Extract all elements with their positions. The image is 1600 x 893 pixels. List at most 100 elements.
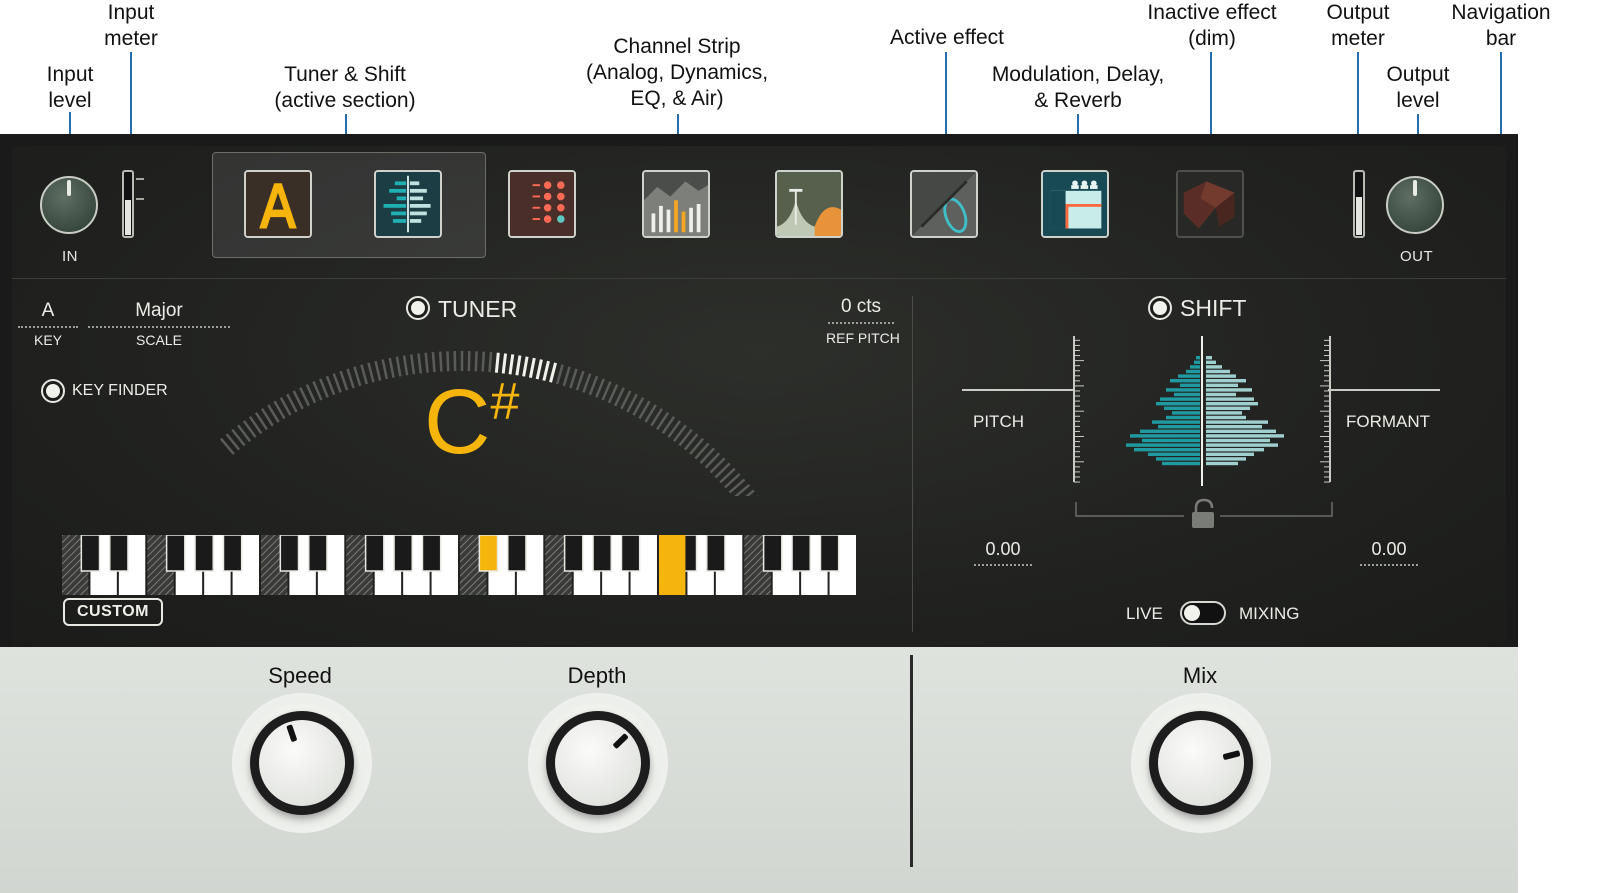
tuner-arc-tick [367,362,375,383]
piano-black-key[interactable] [364,535,385,572]
piano-black-key[interactable] [819,535,840,572]
tuner-arc-tick-active [549,362,557,383]
piano-black-key[interactable] [308,535,328,572]
tuner-arc-tick [395,356,402,377]
piano-black-key[interactable] [393,535,413,572]
tuner-arc-tick [325,375,336,396]
tuner-a-icon [246,172,310,236]
callout-input-level: Input level [46,63,94,112]
speed-knob[interactable] [250,711,354,815]
pitch-histogram-bar [1186,369,1200,374]
pitch-histogram-bar [1194,360,1200,364]
air-waveform-icon [912,172,976,236]
piano-black-key[interactable] [563,535,584,572]
detected-note: C# [424,372,519,472]
piano-black-key[interactable] [620,535,641,572]
piano-black-key[interactable] [507,535,527,572]
callout-input-meter: Input meter [104,1,158,50]
tuner-arc-tick [607,384,619,404]
callout-tuner-shift: Tuner & Shift (active section) [274,63,416,112]
piano-black-key[interactable] [194,535,214,572]
eq-tile[interactable] [775,170,843,238]
piano-keys[interactable] [62,535,858,595]
mix-label: Mix [1182,663,1218,688]
tuner-arc-tick [319,378,329,398]
formant-histogram-bar [1206,438,1270,443]
callout-inactive-effect: Inactive effect (dim) [1147,1,1277,50]
shift-power-button[interactable] [1148,296,1172,320]
speed-knob-ring [232,693,372,833]
pitch-histogram-bar [1156,402,1200,406]
formant-histogram-bar [1206,415,1246,420]
tuner-arc-tick [582,373,592,393]
plugin-window: IN OUT A KEY Major SCALE TUNER 0 cts REF… [0,134,1518,893]
tuner-arc-tick [339,370,349,391]
pitch-histogram-bar [1172,411,1200,415]
piano-black-key[interactable] [592,535,612,572]
eq-curve-icon [777,172,841,236]
pitch-shift-icon [376,172,440,236]
pitch-shift-tile[interactable] [374,170,442,238]
piano-black-key[interactable] [80,535,101,572]
pitch-value-field[interactable]: 0.00 [974,539,1032,566]
formant-histogram-bar [1206,402,1258,406]
modulation-delay-icon [1043,172,1107,236]
piano-black-key[interactable] [222,535,243,572]
tuner-arc-tick [562,366,571,387]
piano-black-key-highlighted-C#[interactable] [478,535,499,572]
analog-tile[interactable] [508,170,576,238]
mix-knob[interactable] [1149,711,1253,815]
piano-black-key[interactable] [165,535,186,572]
tuner-arc-tick [402,355,409,376]
custom-scale-button[interactable]: CUSTOM [63,598,163,626]
depth-knob[interactable] [546,711,650,815]
pitch-histogram-bar [1148,452,1200,456]
pitch-histogram-bar [1178,374,1200,378]
tuner-arc-tick [332,373,342,393]
tuner-arc-tick [438,351,443,372]
formant-histogram-bar [1206,365,1222,369]
tuner-arc-tick [595,378,605,398]
piano-black-key[interactable] [762,535,783,572]
piano-black-key[interactable] [109,535,129,572]
air-tile[interactable] [910,170,978,238]
piano-keyboard[interactable] [62,535,858,595]
pitch-histogram-bar [1134,448,1200,452]
input-level-label: IN [62,248,78,265]
formant-value-field[interactable]: 0.00 [1360,539,1418,566]
piano-black-key[interactable] [279,535,300,572]
depth-label: Depth [567,663,627,688]
tuner-arc-tick [374,360,382,381]
tuner-arc-tick [446,351,450,372]
tuner-arc-tick [431,352,436,373]
depth-knob-ring [528,693,668,833]
piano-black-key[interactable] [791,535,811,572]
tuner-arc-tick [299,387,310,407]
tuner-arc-tick-active [535,359,543,380]
formant-histogram-bar [1206,406,1250,410]
input-meter-fill [125,199,131,235]
callout-mod-delay-reverb: Modulation, Delay, & Reverb [991,63,1165,112]
dynamics-tile[interactable] [642,170,710,238]
formant-histogram-bar [1206,369,1230,374]
tuner-arc-tick [312,381,323,401]
pitch-histogram-bar [1160,397,1200,401]
formant-histogram-bar [1206,457,1246,461]
tuner-tile[interactable] [244,170,312,238]
link-lock-icon[interactable] [1192,498,1214,528]
analog-dots-icon [510,172,574,236]
formant-histogram-bar [1206,383,1238,387]
live-mixing-toggle[interactable] [1180,601,1226,625]
input-level-knob[interactable] [40,176,98,234]
piano-black-key[interactable] [421,535,442,572]
piano-black-key[interactable] [706,535,726,572]
output-level-knob[interactable] [1386,176,1444,234]
piano-key-highlighted[interactable] [659,535,686,595]
bottom-controls: Speed Depth Mix [0,647,1518,893]
tuner-arc-tick [601,381,612,401]
formant-histogram-bar [1206,374,1236,378]
modulation-delay-tile[interactable] [1041,170,1109,238]
live-label: LIVE [1126,604,1163,623]
pitch-histogram-bar [1174,392,1200,397]
reverb-tile[interactable] [1176,170,1244,238]
